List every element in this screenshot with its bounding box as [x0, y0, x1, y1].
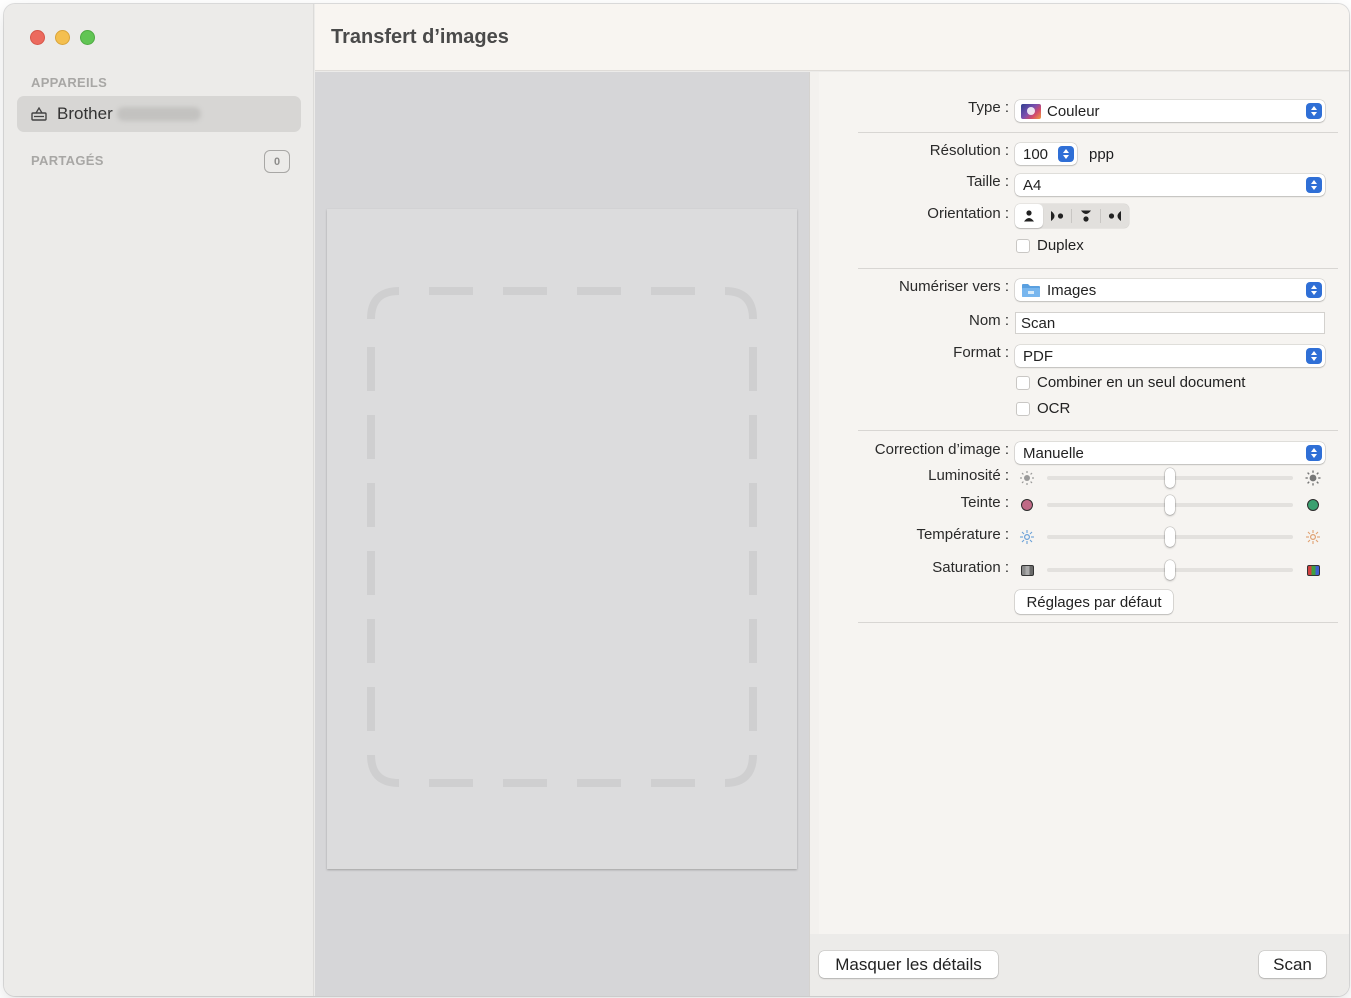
duplex-label: Duplex — [1037, 237, 1084, 254]
scan-button[interactable]: Scan — [1259, 951, 1326, 978]
orientation-label: Orientation : — [927, 205, 1009, 222]
sidebar-item-brother-scanner[interactable]: Brother — [17, 96, 301, 132]
sun-dim-icon — [1019, 470, 1035, 486]
duplex-checkbox[interactable]: Duplex — [1016, 237, 1084, 254]
person-upside-down-icon — [1081, 210, 1091, 222]
sidebar: APPAREILS Brother PARTAGÉS 0 — [4, 4, 314, 996]
cool-temperature-icon — [1019, 529, 1035, 545]
combine-label: Combiner en un seul document — [1037, 374, 1246, 391]
scan-preview-area — [315, 72, 809, 996]
resolution-value: 100 — [1023, 145, 1049, 163]
popup-arrows-icon — [1058, 146, 1074, 162]
separator — [858, 622, 1338, 623]
saturation-label: Saturation : — [932, 559, 1009, 576]
scanner-icon — [31, 106, 47, 121]
image-capture-window: APPAREILS Brother PARTAGÉS 0 Transfert d… — [4, 4, 1349, 996]
reset-defaults-button[interactable]: Réglages par défaut — [1015, 590, 1173, 614]
hide-details-button[interactable]: Masquer les détails — [819, 951, 998, 978]
sun-bright-icon — [1305, 470, 1321, 486]
size-value: A4 — [1023, 176, 1042, 194]
resolution-unit: ppp — [1089, 145, 1115, 163]
duplex-checkbox-box — [1016, 238, 1030, 253]
settings-form: Type : Couleur Résolution : 100 ppp Tail… — [819, 72, 1349, 934]
device-name-label: Brother — [57, 104, 113, 123]
popup-arrows-icon — [1306, 348, 1322, 364]
scan-to-popup[interactable]: Images — [1015, 279, 1325, 301]
orientation-control — [1015, 204, 1129, 228]
ocr-checkbox[interactable]: OCR — [1016, 400, 1070, 417]
redacted-model-name — [116, 107, 201, 121]
scan-settings-panel: Type : Couleur Résolution : 100 ppp Tail… — [809, 72, 1349, 996]
format-popup[interactable]: PDF — [1015, 345, 1325, 367]
tint-magenta-icon — [1019, 497, 1035, 513]
orientation-right-button[interactable] — [1043, 204, 1071, 228]
footer-bar: Masquer les détails Scan — [810, 934, 1349, 996]
size-label: Taille : — [966, 173, 1009, 190]
brightness-label: Luminosité : — [928, 467, 1009, 484]
scan-region-marquee — [367, 287, 757, 787]
size-popup[interactable]: A4 — [1015, 174, 1325, 196]
shared-count-badge: 0 — [264, 150, 290, 173]
saturation-low-icon — [1019, 562, 1035, 578]
person-rotated-left-icon — [1108, 211, 1121, 221]
saturation-high-icon — [1305, 562, 1321, 578]
separator — [858, 430, 1338, 431]
popup-arrows-icon — [1306, 103, 1322, 119]
color-photo-icon — [1021, 103, 1041, 119]
separator — [858, 268, 1338, 269]
image-correction-popup[interactable]: Manuelle — [1015, 442, 1325, 464]
devices-section-header: APPAREILS — [31, 75, 108, 90]
preview-page[interactable] — [327, 209, 797, 869]
resolution-popup[interactable]: 100 — [1015, 143, 1077, 165]
close-window-button[interactable] — [30, 30, 45, 45]
popup-arrows-icon — [1306, 282, 1322, 298]
orientation-left-button[interactable] — [1101, 204, 1129, 228]
person-upright-icon — [1024, 210, 1034, 222]
folder-icon — [1021, 283, 1041, 298]
type-popup[interactable]: Couleur — [1015, 100, 1325, 122]
popup-arrows-icon — [1306, 177, 1322, 193]
type-label: Type : — [968, 99, 1009, 116]
combine-checkbox-box — [1016, 375, 1030, 390]
saturation-slider-knob[interactable] — [1165, 560, 1175, 580]
image-correction-value: Manuelle — [1023, 444, 1084, 462]
orientation-upside-down-button[interactable] — [1072, 204, 1100, 228]
combine-checkbox[interactable]: Combiner en un seul document — [1016, 374, 1245, 391]
temperature-slider-knob[interactable] — [1165, 527, 1175, 547]
scan-to-label: Numériser vers : — [898, 278, 1009, 295]
window-title: Transfert d’images — [331, 26, 509, 48]
name-label: Nom : — [968, 312, 1009, 329]
format-label: Format : — [953, 344, 1009, 361]
name-input[interactable]: Scan — [1015, 312, 1325, 334]
person-rotated-right-icon — [1051, 211, 1064, 221]
shared-section-header: PARTAGÉS — [31, 153, 104, 168]
ocr-checkbox-box — [1016, 401, 1030, 416]
orientation-upright-button[interactable] — [1015, 204, 1043, 228]
separator — [858, 132, 1338, 133]
scan-to-value: Images — [1047, 281, 1097, 299]
ocr-label: OCR — [1037, 400, 1071, 417]
image-correction-label: Correction d’image : — [874, 441, 1009, 458]
title-bar: Transfert d’images — [315, 4, 1349, 71]
format-value: PDF — [1023, 347, 1053, 365]
tint-slider-knob[interactable] — [1165, 495, 1175, 515]
brightness-slider-knob[interactable] — [1165, 468, 1175, 488]
tint-green-icon — [1305, 497, 1321, 513]
window-controls — [30, 30, 95, 45]
type-value: Couleur — [1047, 102, 1100, 120]
resolution-label: Résolution : — [929, 142, 1009, 159]
warm-temperature-icon — [1305, 529, 1321, 545]
tint-label: Teinte : — [960, 494, 1009, 511]
temperature-label: Température : — [916, 526, 1009, 543]
popup-arrows-icon — [1306, 445, 1322, 461]
zoom-window-button[interactable] — [80, 30, 95, 45]
minimize-window-button[interactable] — [55, 30, 70, 45]
